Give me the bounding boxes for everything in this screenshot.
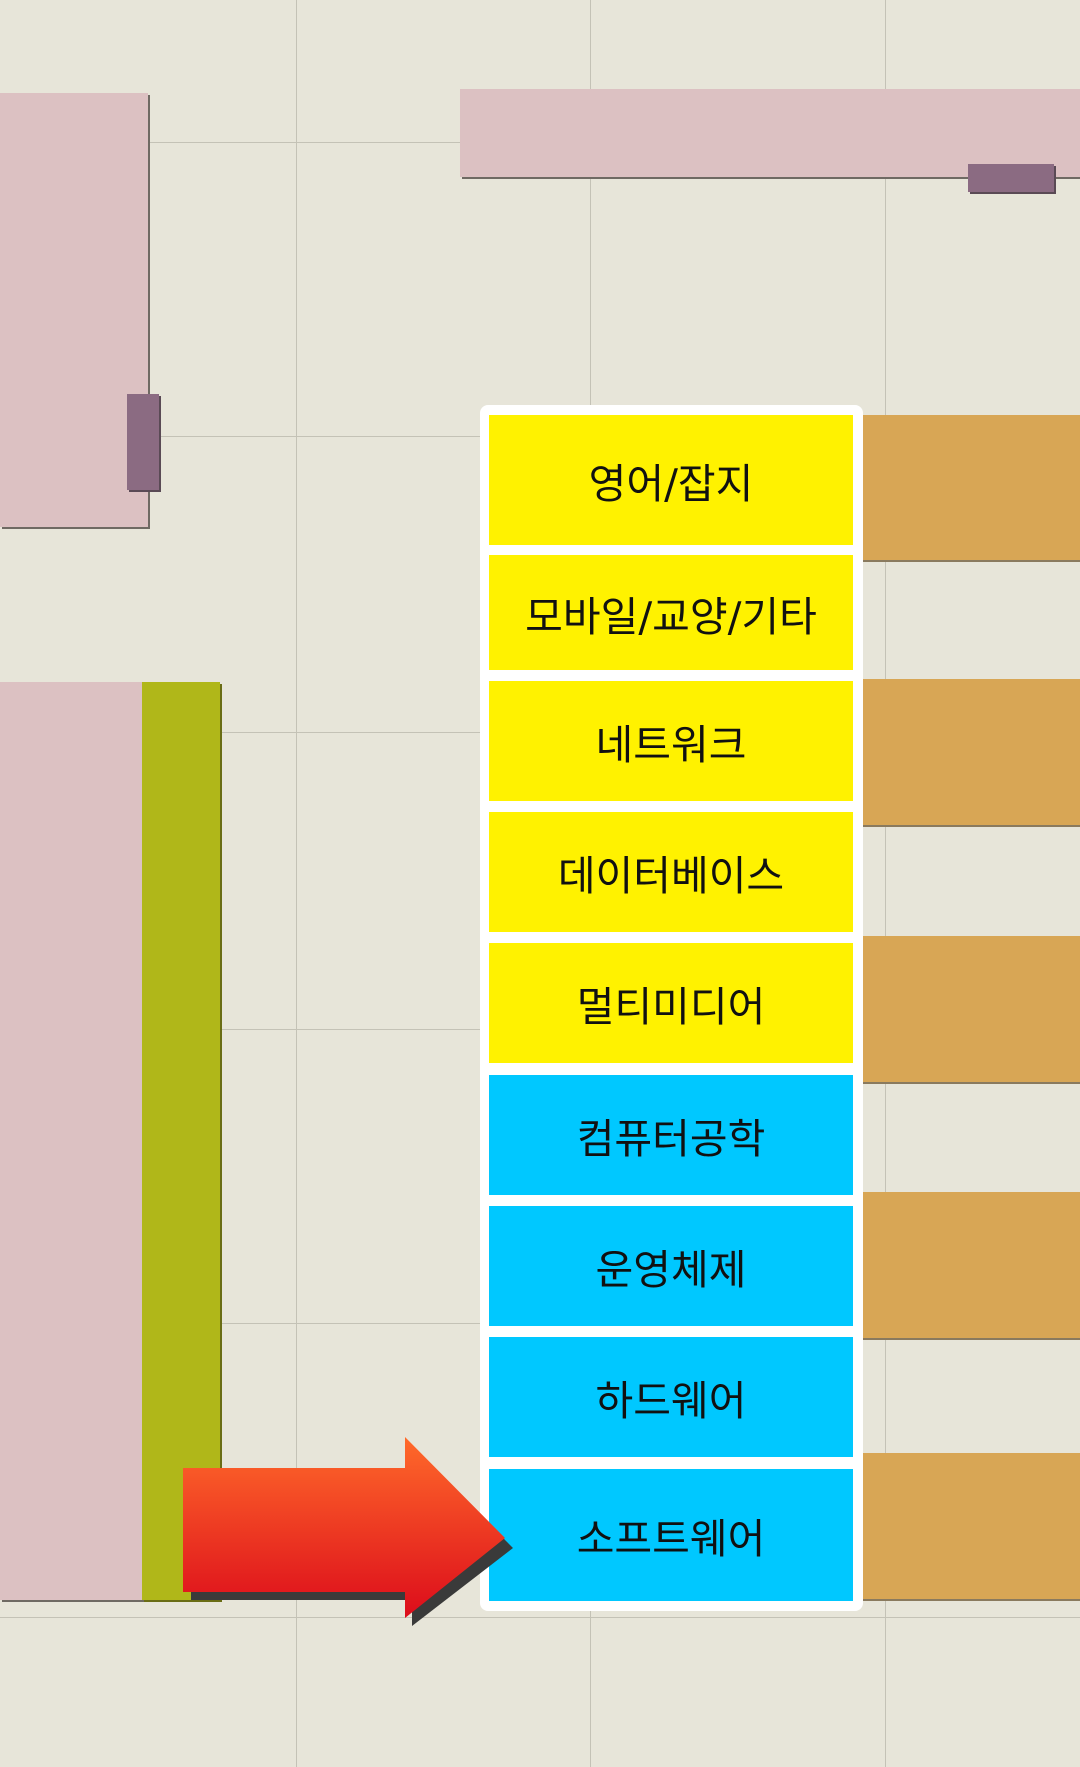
location-arrow-icon xyxy=(183,1437,513,1626)
